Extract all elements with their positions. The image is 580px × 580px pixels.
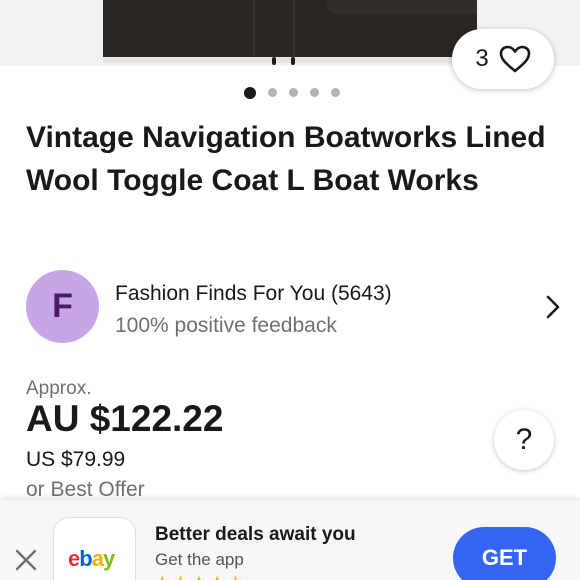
chevron-right-icon <box>545 295 561 324</box>
ebay-app-icon: ebay <box>53 517 136 580</box>
coat-hem <box>103 57 477 63</box>
product-image[interactable] <box>103 0 477 63</box>
coat-lining <box>327 0 477 14</box>
banner-title: Better deals await you <box>155 524 356 545</box>
coat-seam <box>253 0 255 63</box>
help-button[interactable]: ? <box>494 410 554 470</box>
carousel-dot[interactable] <box>289 88 298 97</box>
seller-avatar: F <box>26 270 99 343</box>
close-icon[interactable] <box>14 548 38 577</box>
watch-count: 3 <box>475 45 489 72</box>
banner-subtitle: Get the app <box>155 550 244 569</box>
coat-seam <box>293 0 295 63</box>
carousel-dot[interactable] <box>331 88 340 97</box>
seller-card[interactable]: F Fashion Finds For You (5643) 100% posi… <box>26 270 561 345</box>
get-app-button[interactable]: GET <box>453 527 556 580</box>
seller-feedback: 100% positive feedback <box>115 314 337 337</box>
carousel-dot[interactable] <box>310 88 319 97</box>
image-carousel-indicator <box>0 86 580 99</box>
best-offer-label: or Best Offer <box>26 478 145 501</box>
usd-price: US $79.99 <box>26 448 126 471</box>
toggle-cord <box>291 57 295 65</box>
approx-label: Approx. <box>26 378 92 399</box>
item-title: Vintage Navigation Boatworks Lined Wool … <box>26 121 546 197</box>
seller-name: Fashion Finds For You (5643) <box>115 282 392 305</box>
heart-icon <box>499 45 531 73</box>
item-price: AU $122.22 <box>26 398 224 439</box>
toggle-cord <box>272 57 276 65</box>
watch-button[interactable]: 3 <box>452 29 554 89</box>
ebay-logo: ebay <box>68 546 115 571</box>
app-download-banner: ebay Better deals await you Get the app … <box>0 500 580 580</box>
app-rating-stars: ★★★★★ <box>155 572 247 580</box>
carousel-dot[interactable] <box>244 86 256 99</box>
carousel-dot[interactable] <box>268 88 277 97</box>
